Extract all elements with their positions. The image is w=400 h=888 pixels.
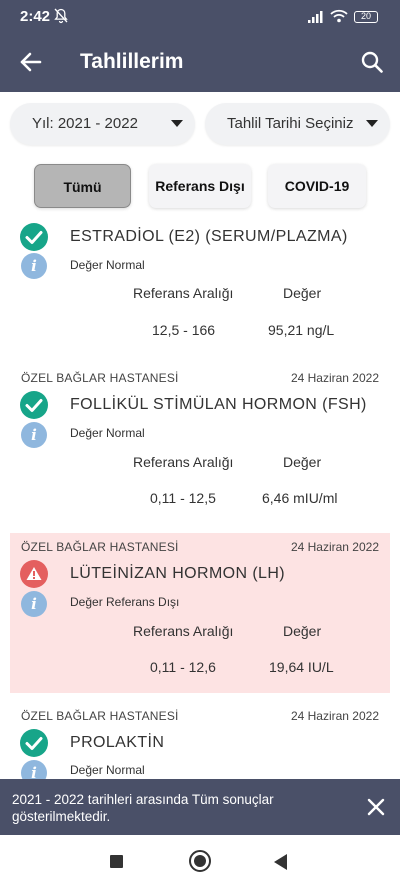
info-icon[interactable]: i: [21, 760, 47, 780]
battery-level: 20: [360, 11, 371, 21]
result-date: 24 Haziran 2022: [290, 371, 379, 385]
value-header: Değer: [283, 285, 322, 301]
snackbar: 2021 - 2022 tarihleri arasında Tüm sonuç…: [0, 779, 400, 835]
recents-icon[interactable]: [110, 855, 123, 868]
value-header: Değer: [283, 623, 322, 639]
result-card[interactable]: ÖZEL BAĞLAR HASTANESİ 24 Haziran 2022 FO…: [10, 364, 390, 526]
result-note: Değer Referans Dışı: [70, 595, 180, 609]
check-circle-icon: [20, 391, 48, 419]
check-circle-icon: [20, 729, 48, 757]
arrow-left-icon[interactable]: [18, 50, 44, 74]
range-header: Referans Aralığı: [133, 454, 234, 470]
result-value: 6,46 mIU/ml: [262, 490, 338, 506]
hospital-name: ÖZEL BAĞLAR HASTANESİ: [21, 540, 179, 554]
result-value: 95,21 ng/L: [268, 322, 335, 338]
result-note: Değer Normal: [70, 258, 145, 272]
test-name: FOLLİKÜL STİMÜLAN HORMON (FSH): [70, 396, 367, 413]
home-icon[interactable]: [189, 850, 211, 872]
range-header: Referans Aralığı: [133, 623, 234, 639]
value-header: Değer: [283, 454, 322, 470]
search-icon[interactable]: [360, 50, 384, 74]
signal-icon: [308, 11, 323, 23]
year-dropdown[interactable]: Yıl: 2021 - 2022: [10, 103, 195, 145]
result-note: Değer Normal: [70, 426, 145, 440]
result-note: Değer Normal: [70, 763, 145, 777]
reference-range: 0,11 - 12,6: [150, 659, 216, 675]
info-icon[interactable]: i: [21, 422, 47, 448]
result-date: 24 Haziran 2022: [290, 709, 379, 723]
status-time: 2:42: [20, 8, 51, 25]
filter-covid-button[interactable]: COVID-19: [268, 164, 366, 208]
result-date: 24 Haziran 2022: [290, 540, 379, 554]
battery-icon: 20: [354, 11, 378, 23]
close-icon[interactable]: [364, 795, 388, 819]
caret-down-icon: [171, 120, 183, 127]
back-icon[interactable]: [274, 854, 287, 870]
filter-out-of-range-button[interactable]: Referans Dışı: [149, 164, 251, 208]
result-card[interactable]: ESTRADİOL (E2) (SERUM/PLAZMA) i Değer No…: [10, 218, 390, 358]
warning-icon: [20, 560, 48, 588]
result-card-out-of-range[interactable]: ÖZEL BAĞLAR HASTANESİ 24 Haziran 2022 LÜ…: [10, 533, 390, 693]
test-name: PROLAKTİN: [70, 734, 165, 751]
status-bar: 2:42 20: [0, 0, 400, 32]
reference-range: 12,5 - 166: [152, 322, 216, 338]
caret-down-icon: [366, 120, 378, 127]
page-title: Tahlillerim: [80, 50, 184, 73]
hospital-name: ÖZEL BAĞLAR HASTANESİ: [21, 709, 179, 723]
date-dropdown[interactable]: Tahlil Tarihi Seçiniz: [205, 103, 390, 145]
wifi-icon: [330, 9, 348, 23]
system-nav-bar: [0, 835, 400, 888]
check-circle-icon: [20, 223, 48, 251]
snackbar-message: 2021 - 2022 tarihleri arasında Tüm sonuç…: [12, 792, 274, 824]
filter-all-button[interactable]: Tümü: [34, 164, 131, 208]
range-header: Referans Aralığı: [133, 285, 234, 301]
date-dropdown-label: Tahlil Tarihi Seçiniz: [227, 115, 354, 132]
info-icon[interactable]: i: [21, 253, 47, 279]
test-name: ESTRADİOL (E2) (SERUM/PLAZMA): [70, 228, 348, 245]
hospital-name: ÖZEL BAĞLAR HASTANESİ: [21, 371, 179, 385]
year-dropdown-label: Yıl: 2021 - 2022: [32, 115, 138, 132]
app-bar: Tahlillerim: [0, 32, 400, 92]
info-icon[interactable]: i: [21, 591, 47, 617]
test-name: LÜTEİNİZAN HORMON (LH): [70, 565, 286, 582]
reference-range: 0,11 - 12,5: [150, 490, 216, 506]
bell-off-icon: [54, 8, 68, 24]
result-value: 19,64 IU/L: [269, 659, 334, 675]
result-card[interactable]: ÖZEL BAĞLAR HASTANESİ 24 Haziran 2022 PR…: [10, 702, 390, 780]
